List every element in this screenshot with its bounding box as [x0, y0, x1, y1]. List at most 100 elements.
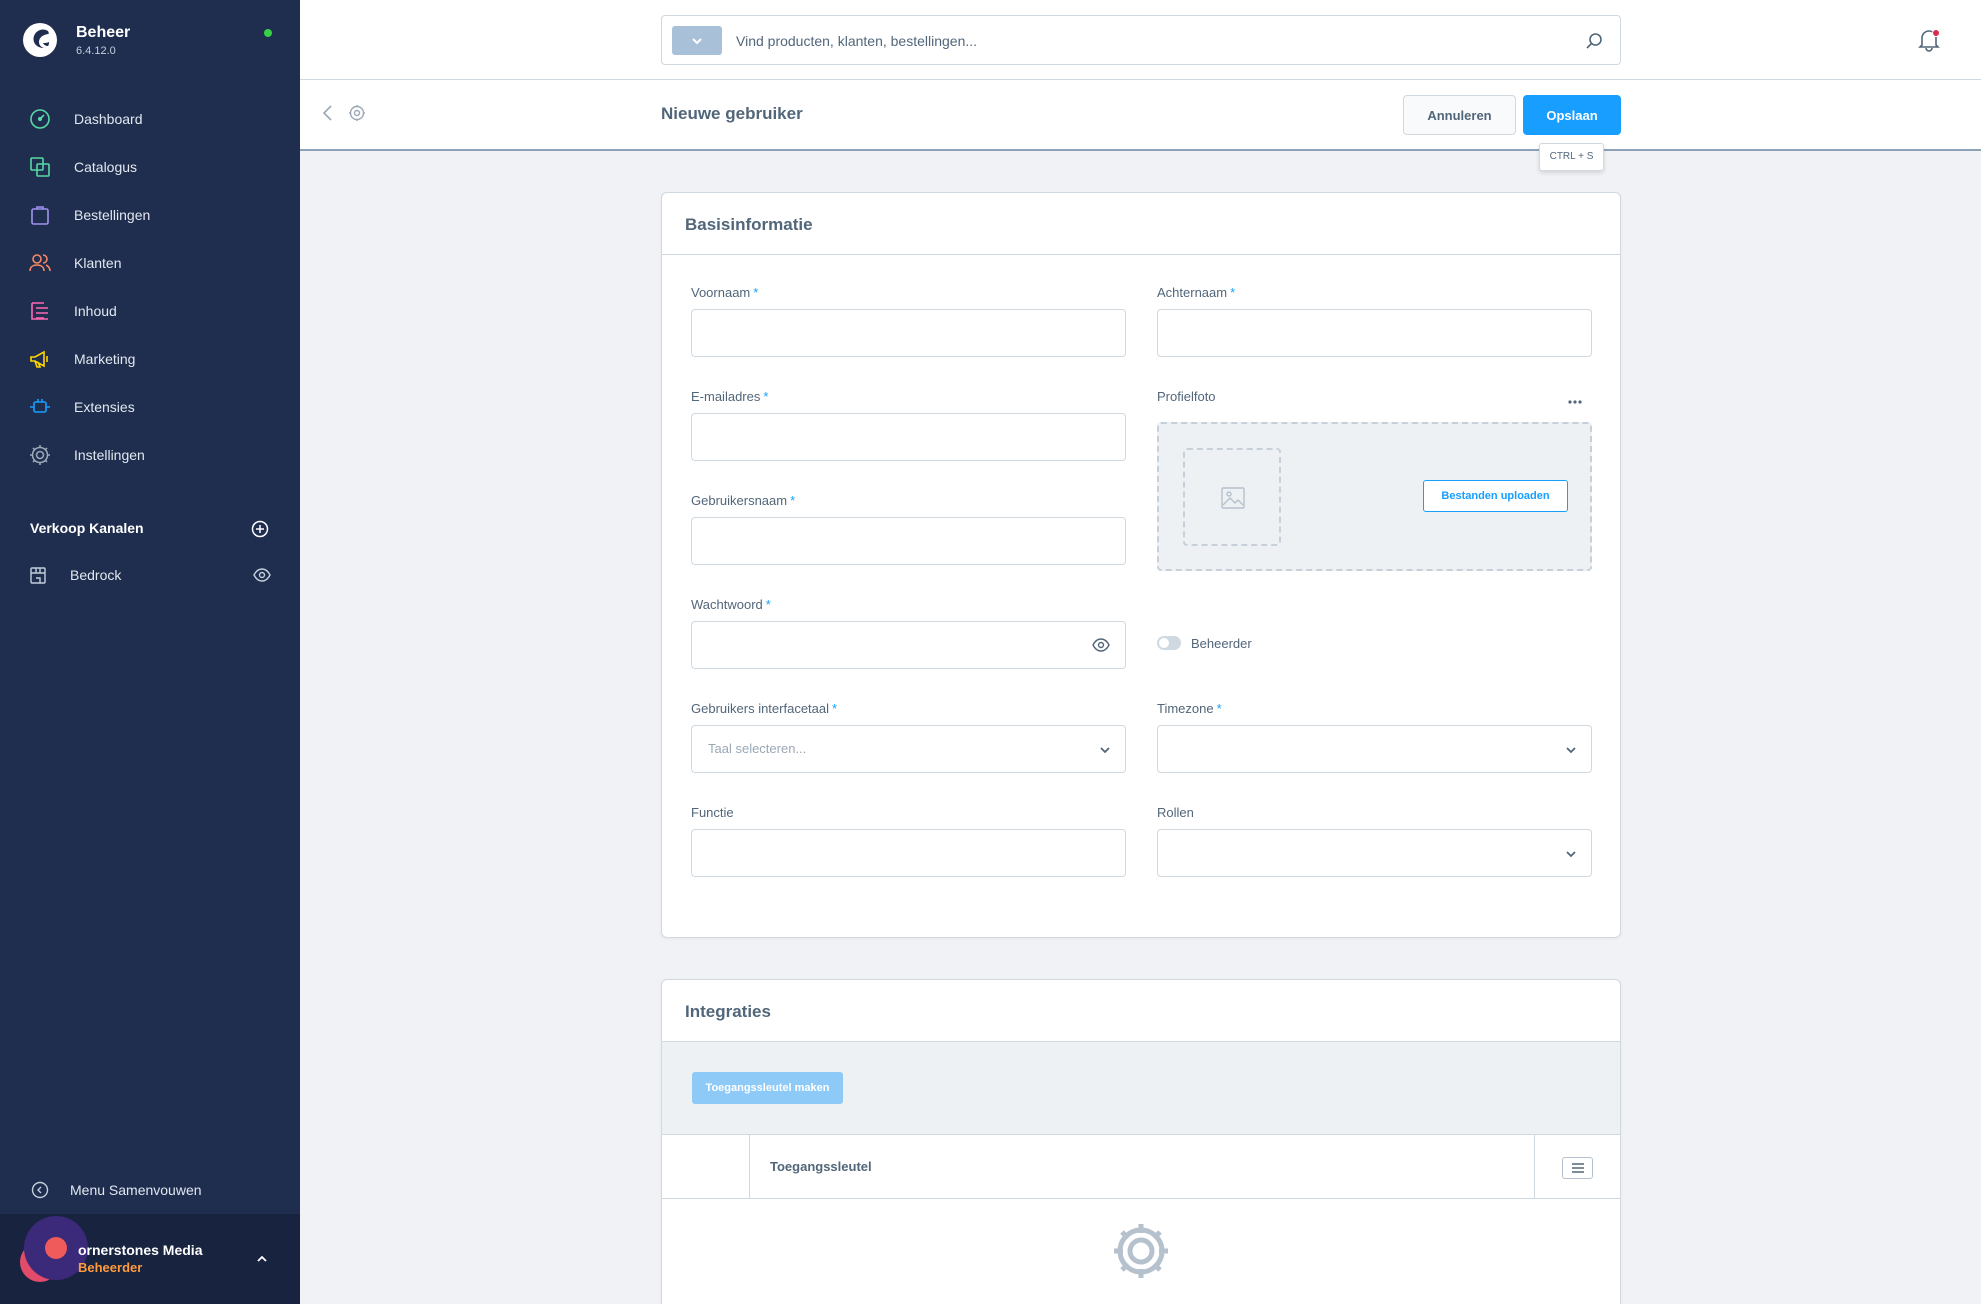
- sidebar-item-label: Catalogus: [74, 159, 138, 175]
- content-icon: [31, 302, 48, 320]
- profile-photo-label: Profielfoto: [1157, 389, 1216, 404]
- label-text: Achternaam: [1157, 285, 1228, 300]
- brand[interactable]: Beheer 6.4.12.0: [22, 22, 130, 58]
- app-version: 6.4.12.0: [76, 44, 116, 57]
- required-mark: *: [790, 493, 796, 508]
- label-text: E-mailadres: [691, 389, 761, 404]
- customers-icon: [29, 254, 51, 272]
- basic-information-card: Basisinformatie Voornaam * Achternaam * E-…: [661, 192, 1621, 938]
- sidebar-item-label: Klanten: [74, 255, 122, 271]
- last-name-label: Achternaam *: [1157, 285, 1235, 300]
- access-key-grid-header: Toegangssleutel: [662, 1135, 1620, 1199]
- global-search: [661, 15, 1621, 65]
- grid-settings-button[interactable]: [1562, 1157, 1593, 1179]
- sidebar-item-label: Bestellingen: [74, 207, 151, 223]
- label-text: Voornaam: [691, 285, 751, 300]
- chevron-down-icon: [692, 38, 702, 45]
- extensions-icon: [30, 399, 50, 413]
- dashboard-icon: [30, 109, 50, 129]
- back-arrow-icon[interactable]: [320, 104, 336, 122]
- chevron-down-icon: [1566, 851, 1576, 858]
- card-header: Integraties: [662, 980, 1620, 1042]
- admin-toggle-label: Beheerder: [1191, 636, 1252, 651]
- sales-channel-label: Bedrock: [70, 567, 122, 583]
- eye-icon[interactable]: [253, 566, 271, 584]
- required-mark: *: [1216, 701, 1222, 716]
- chevron-down-icon: [1100, 747, 1110, 754]
- profile-photo-upload[interactable]: Bestanden uploaden: [1157, 422, 1592, 571]
- gear-icon[interactable]: [348, 104, 366, 122]
- upload-files-button[interactable]: Bestanden uploaden: [1423, 480, 1568, 512]
- settings-icon: [30, 445, 50, 465]
- storefront-icon: [30, 567, 46, 584]
- sidebar-item-label: Extensies: [74, 399, 135, 415]
- sidebar-item-content[interactable]: Inhoud: [0, 287, 300, 335]
- required-mark: *: [1230, 285, 1236, 300]
- show-password-eye-icon[interactable]: [1092, 636, 1110, 654]
- save-shortcut-tooltip: CTRL + S: [1539, 143, 1604, 171]
- last-name-field[interactable]: [1157, 309, 1592, 357]
- password-field[interactable]: [691, 621, 1126, 669]
- username-field[interactable]: [691, 517, 1126, 565]
- label-text: Gebruikers interfacetaal: [691, 701, 830, 716]
- notifications-bell-icon[interactable]: [1916, 27, 1942, 53]
- job-title-label: Functie: [691, 805, 734, 820]
- image-placeholder-icon: [1221, 487, 1245, 509]
- save-button[interactable]: Opslaan: [1523, 95, 1621, 135]
- smart-bar: Nieuwe gebruiker Annuleren Opslaan: [300, 80, 1981, 151]
- label-text: Timezone: [1157, 701, 1214, 716]
- sidebar-item-orders[interactable]: Bestellingen: [0, 191, 300, 239]
- sidebar-item-catalog[interactable]: Catalogus: [0, 143, 300, 191]
- app-title: Beheer: [76, 23, 131, 41]
- email-label: E-mailadres *: [691, 389, 768, 404]
- loading-gear-icon: [1114, 1224, 1168, 1278]
- sidebar-item-extensions[interactable]: Extensies: [0, 383, 300, 431]
- locale-select[interactable]: Taal selecteren...: [691, 725, 1126, 773]
- first-name-field[interactable]: [691, 309, 1126, 357]
- chevron-up-icon[interactable]: [255, 1252, 269, 1266]
- card-header: Basisinformatie: [662, 193, 1620, 255]
- sidebar-item-settings[interactable]: Instellingen: [0, 431, 300, 479]
- first-name-label: Voornaam *: [691, 285, 758, 300]
- user-profile[interactable]: ornerstones Media Beheerder: [0, 1214, 300, 1304]
- card-title: Integraties: [685, 1002, 771, 1021]
- required-mark: *: [832, 701, 838, 716]
- create-access-key-button[interactable]: Toegangssleutel maken: [692, 1072, 843, 1104]
- roles-select[interactable]: [1157, 829, 1592, 877]
- sales-channel-item[interactable]: Bedrock: [0, 560, 300, 590]
- roles-label: Rollen: [1157, 805, 1194, 820]
- job-title-field[interactable]: [691, 829, 1126, 877]
- more-options-icon[interactable]: [1568, 399, 1582, 405]
- integrations-card: Integraties Toegangssleutel maken Toegan…: [661, 979, 1621, 1304]
- collapse-menu-button[interactable]: Menu Samenvouwen: [0, 1178, 300, 1202]
- add-sales-channel-icon[interactable]: [251, 520, 269, 538]
- timezone-select[interactable]: [1157, 725, 1592, 773]
- label-text: Wachtwoord: [691, 597, 763, 612]
- required-mark: *: [763, 389, 769, 404]
- page-title: Nieuwe gebruiker: [661, 104, 803, 123]
- top-bar: [300, 0, 1981, 80]
- sidebar-item-label: Marketing: [74, 351, 136, 367]
- sidebar-item-dashboard[interactable]: Dashboard: [0, 95, 300, 143]
- column-header-access-key[interactable]: Toegangssleutel: [770, 1159, 872, 1174]
- sales-channels-heading: Verkoop Kanalen: [30, 520, 144, 536]
- sidebar-item-marketing[interactable]: Marketing: [0, 335, 300, 383]
- shopware-logo-icon: [23, 23, 57, 57]
- username-label: Gebruikersnaam *: [691, 493, 795, 508]
- sidebar-item-label: Instellingen: [74, 447, 145, 463]
- timezone-label: Timezone *: [1157, 701, 1222, 716]
- user-role: Beheerder: [78, 1260, 143, 1275]
- cancel-button[interactable]: Annuleren: [1403, 95, 1516, 135]
- search-icon[interactable]: [1584, 31, 1604, 51]
- catalog-icon: [30, 157, 50, 177]
- sidebar-item-customers[interactable]: Klanten: [0, 239, 300, 287]
- card-title: Basisinformatie: [685, 215, 813, 234]
- admin-toggle[interactable]: [1157, 636, 1181, 650]
- label-text: Gebruikersnaam: [691, 493, 788, 508]
- email-field[interactable]: [691, 413, 1126, 461]
- search-input[interactable]: [736, 28, 1556, 54]
- user-name: ornerstones Media: [78, 1242, 203, 1258]
- collapse-menu-label: Menu Samenvouwen: [70, 1182, 202, 1198]
- column-divider: [1534, 1135, 1535, 1199]
- search-type-dropdown[interactable]: [672, 26, 722, 55]
